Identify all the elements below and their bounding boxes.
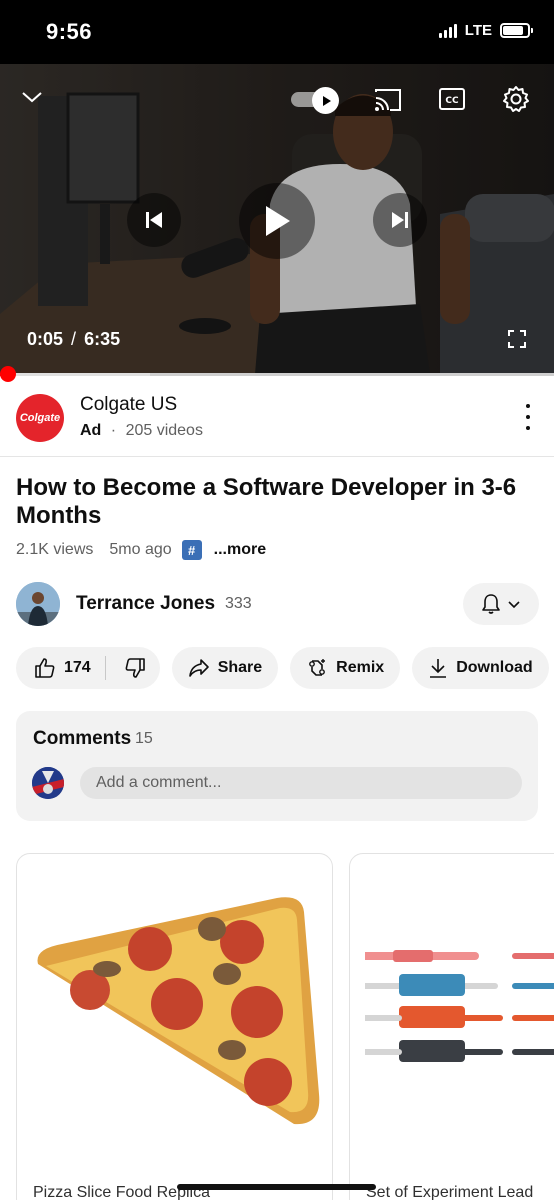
skip-next-icon	[392, 212, 408, 228]
comments-title: Comments	[33, 728, 132, 749]
comments-count: 15	[135, 730, 153, 747]
status-indicators: LTE	[438, 22, 533, 39]
buffered-fill	[0, 373, 150, 376]
bell-icon	[482, 594, 500, 614]
fullscreen-icon[interactable]	[507, 329, 527, 349]
duration: 6:35	[84, 329, 121, 349]
progress-bar[interactable]	[0, 373, 554, 376]
ad-row[interactable]: Colgate Colgate US Ad · 205 videos	[0, 382, 554, 454]
gear-icon[interactable]	[502, 85, 530, 113]
battery-icon	[500, 23, 533, 38]
product-card[interactable]: Pizza Slice Food Replica	[16, 853, 333, 1200]
remix-button[interactable]: Remix	[290, 647, 401, 689]
channel-avatar[interactable]	[16, 582, 60, 626]
play-button[interactable]	[239, 183, 315, 259]
product-title: Set of Experiment Lead	[366, 1184, 534, 1200]
like-count: 174	[64, 659, 91, 676]
more-link[interactable]: ...more	[214, 541, 266, 559]
product-card[interactable]: Set of Experiment Lead	[349, 853, 554, 1200]
closed-captions-icon[interactable]: CC	[439, 88, 465, 110]
cellular-signal-icon	[438, 23, 457, 38]
advertiser-logo[interactable]: Colgate	[16, 394, 64, 442]
home-indicator[interactable]	[177, 1184, 376, 1190]
share-label: Share	[217, 659, 263, 676]
play-icon	[266, 206, 290, 236]
channel-row[interactable]: Terrance Jones 333	[0, 580, 554, 628]
ad-video-count: 205 videos	[125, 422, 203, 439]
status-time: 9:56	[46, 19, 93, 44]
autoplay-toggle-icon	[312, 87, 339, 114]
network-type: LTE	[464, 22, 492, 39]
upload-age: 5mo ago	[109, 541, 172, 558]
notification-bell-button[interactable]	[463, 583, 539, 625]
video-player[interactable]: CC 0:05 / 6:35	[0, 64, 554, 374]
ad-dot: ·	[110, 422, 117, 439]
product-image	[37, 897, 320, 1125]
chevron-down-icon[interactable]	[20, 88, 44, 106]
share-button[interactable]: Share	[171, 647, 279, 689]
more-vertical-icon[interactable]	[524, 404, 532, 430]
chevron-down-icon	[508, 601, 520, 609]
divider	[0, 456, 554, 457]
advertiser-name[interactable]: Colgate US	[80, 394, 177, 416]
scrubber-handle[interactable]	[0, 366, 16, 382]
thumbs-down-icon[interactable]	[124, 657, 146, 679]
download-label: Download	[456, 659, 533, 676]
playback-time: 0:05 / 6:35	[27, 329, 120, 350]
view-count: 2.1K views	[16, 541, 94, 558]
hashtag-icon[interactable]: #	[181, 540, 202, 560]
action-bar: 174 Share Remix Download	[16, 647, 549, 689]
ad-badge: Ad	[80, 422, 102, 439]
video-meta[interactable]: 2.1K views 5mo ago # ...more	[16, 540, 266, 560]
product-image	[365, 950, 554, 1062]
like-dislike-button[interactable]: 174	[16, 647, 160, 689]
current-time: 0:05	[27, 329, 64, 349]
user-avatar	[32, 767, 64, 799]
comment-input[interactable]: Add a comment...	[80, 767, 522, 799]
skip-previous-icon	[146, 212, 162, 228]
channel-name[interactable]: Terrance Jones	[76, 593, 215, 615]
autoplay-toggle[interactable]	[291, 87, 341, 114]
next-button[interactable]	[373, 193, 427, 247]
remix-icon	[309, 659, 326, 676]
video-title: How to Become a Software Developer in 3-…	[16, 474, 517, 529]
subscriber-count: 333	[225, 595, 252, 612]
download-icon	[430, 659, 447, 678]
status-bar: 9:56 LTE	[0, 0, 554, 64]
previous-button[interactable]	[127, 193, 181, 247]
download-button[interactable]: Download	[412, 647, 549, 689]
cast-icon[interactable]	[374, 88, 402, 112]
ad-subtitle: Ad · 205 videos	[80, 422, 203, 440]
thumbs-up-icon[interactable]	[34, 657, 56, 679]
share-arrow-icon	[188, 659, 209, 677]
comments-panel[interactable]: Comments 15 Add a comment...	[16, 711, 538, 821]
time-separator: /	[71, 329, 77, 349]
remix-label: Remix	[336, 659, 385, 676]
svg-text:CC: CC	[445, 96, 459, 106]
